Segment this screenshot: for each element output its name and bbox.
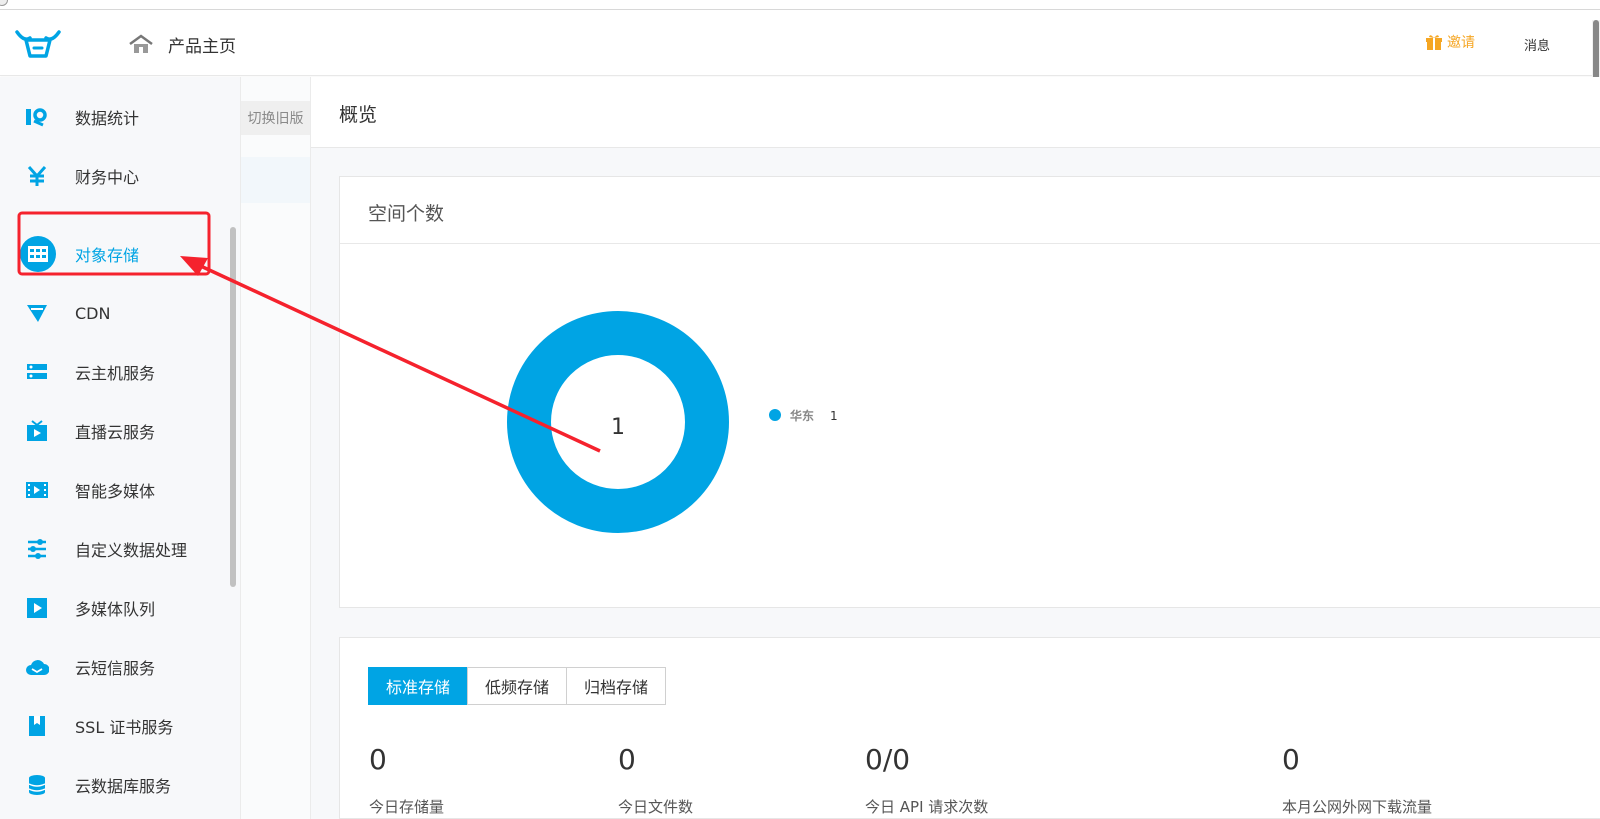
sidebar-item-label: SSL 证书服务	[75, 718, 174, 737]
storage-icon	[20, 236, 56, 272]
bookmark-icon	[24, 713, 50, 739]
sidebar-item-custom-data-processing[interactable]: 自定义数据处理	[0, 527, 230, 571]
stat-label-files: 今日文件数	[618, 798, 694, 816]
sidebar-item-finance-center[interactable]: 财务中心	[0, 154, 230, 198]
switch-old-version-button[interactable]: 切换旧版	[241, 101, 310, 135]
storage-stats-card: 标准存储 低频存储 归档存储 0 0 0/0 0 今日存储量 今日文件数 今日 …	[339, 637, 1600, 819]
tab-standard-storage[interactable]: 标准存储	[368, 667, 469, 705]
storage-type-tabs: 标准存储 低频存储 归档存储	[368, 667, 667, 705]
sidebar-item-label: 多媒体队列	[75, 600, 156, 619]
sidebar-item-label: 云主机服务	[75, 364, 156, 383]
browser-button[interactable]	[0, 0, 8, 6]
sidebar-item-cloud-sms[interactable]: 云短信服务	[0, 645, 230, 689]
sidebar-item-cloud-host[interactable]: 云主机服务	[0, 350, 230, 394]
sidebar-item-label: 智能多媒体	[75, 482, 156, 501]
sidebar-item-label: 数据统计	[75, 109, 140, 128]
space-count-card: 空间个数	[339, 176, 1600, 608]
database-icon	[24, 772, 50, 798]
stats-icon	[24, 104, 50, 130]
stat-value-traffic: 0	[1282, 743, 1300, 776]
card-divider	[340, 243, 1600, 244]
stat-label-storage: 今日存储量	[369, 798, 445, 816]
server-icon	[24, 359, 50, 385]
sidebar-item-object-storage[interactable]: 对象存储	[0, 232, 230, 276]
sidebar-item-label: 财务中心	[75, 168, 140, 187]
cloud-message-icon	[24, 654, 50, 680]
sidebar-item-ssl-certificate[interactable]: SSL 证书服务	[0, 704, 230, 748]
gift-icon	[1426, 34, 1442, 50]
sliders-icon	[24, 536, 50, 562]
sidebar-item-label: CDN	[75, 303, 111, 323]
sidebar-item-live-cloud[interactable]: 直播云服务	[0, 409, 230, 453]
secondary-panel: 切换旧版	[241, 77, 311, 819]
sidebar-item-label: 云短信服务	[75, 659, 156, 678]
tab-archive-storage[interactable]: 归档存储	[566, 667, 667, 705]
space-count-title: 空间个数	[368, 203, 445, 225]
sidebar-item-label: 对象存储	[75, 246, 140, 265]
sidebar-item-media-queue[interactable]: 多媒体队列	[0, 586, 230, 630]
sidebar-scrollbar[interactable]	[230, 227, 236, 587]
main-header: 概览	[311, 77, 1600, 148]
sidebar-item-label: 自定义数据处理	[75, 541, 188, 560]
cdn-icon	[24, 300, 50, 326]
sidebar: 数据统计 财务中心 对象存储 CDN 云主机服务 直播云服务 智能多媒体 自定义…	[0, 77, 241, 819]
sidebar-item-cdn[interactable]: CDN	[0, 291, 230, 335]
sidebar-item-data-statistics[interactable]: 数据统计	[0, 95, 230, 139]
invite-label: 邀请	[1447, 35, 1475, 51]
tv-icon	[24, 418, 50, 444]
secondary-menu-highlight[interactable]	[241, 157, 310, 203]
sidebar-item-label: 云数据库服务	[75, 777, 172, 796]
logo-icon[interactable]	[14, 24, 62, 62]
tab-infrequent-storage[interactable]: 低频存储	[467, 667, 568, 705]
stat-label-traffic: 本月公网外网下载流量	[1282, 798, 1433, 816]
yen-icon	[24, 163, 50, 189]
product-home-label: 产品主页	[168, 36, 236, 57]
film-icon	[24, 477, 50, 503]
invite-button[interactable]: 邀请	[1426, 32, 1475, 52]
page-title: 概览	[339, 104, 378, 126]
stat-value-requests: 0/0	[865, 743, 911, 776]
sidebar-item-cloud-database[interactable]: 云数据库服务	[0, 763, 230, 807]
sidebar-item-smart-media[interactable]: 智能多媒体	[0, 468, 230, 512]
browser-top-edge	[0, 0, 1600, 10]
sidebar-item-label: 直播云服务	[75, 423, 156, 442]
top-navigation-bar: 产品主页 邀请 消息	[0, 10, 1600, 86]
stat-value-files: 0	[618, 743, 636, 776]
stat-value-storage: 0	[369, 743, 387, 776]
message-button[interactable]: 消息	[1524, 35, 1550, 54]
home-icon	[129, 34, 153, 53]
product-home-link[interactable]: 产品主页	[128, 30, 236, 58]
stat-label-requests: 今日 API 请求次数	[865, 798, 989, 816]
play-icon	[24, 595, 50, 621]
